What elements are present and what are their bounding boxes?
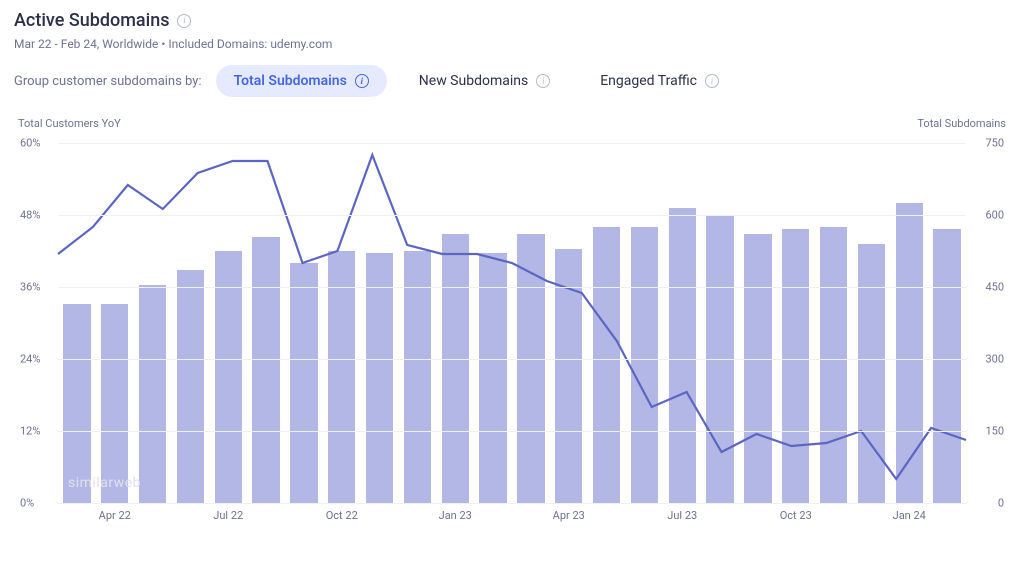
chip-new-subdomains[interactable]: New Subdomains i (401, 65, 568, 97)
y-axis-right-title: Total Subdomains (917, 117, 1006, 130)
grid-line (58, 143, 966, 144)
grid-line (58, 287, 966, 288)
y-tick-left: 0% (20, 497, 34, 510)
y-tick-right: 750 (970, 137, 1004, 150)
x-tick: Apr 22 (99, 509, 131, 522)
y-axis-left-title: Total Customers YoY (18, 117, 121, 130)
y-tick-right: 450 (970, 281, 1004, 294)
grid-line (58, 431, 966, 432)
y-tick-left: 60% (20, 137, 40, 150)
y-tick-right: 0 (970, 497, 1004, 510)
x-tick: Jul 23 (667, 509, 697, 522)
info-icon[interactable]: i (177, 14, 191, 28)
info-icon[interactable]: i (536, 74, 550, 88)
y-tick-left: 12% (20, 425, 40, 438)
y-tick-right: 300 (970, 353, 1004, 366)
grid-line (58, 359, 966, 360)
plot-area: 0%012%15024%30036%45048%60060%750 (58, 143, 966, 503)
watermark: similarweb (68, 475, 141, 491)
chart: Total Customers YoY Total Subdomains 0%0… (14, 117, 1010, 537)
info-icon[interactable]: i (705, 74, 719, 88)
chip-label: Engaged Traffic (600, 73, 697, 89)
page-title: Active Subdomains (14, 10, 169, 31)
grid-line (58, 503, 966, 504)
x-tick: Oct 22 (326, 509, 358, 522)
info-icon[interactable]: i (355, 74, 369, 88)
x-tick: Apr 23 (553, 509, 585, 522)
chip-label: Total Subdomains (234, 73, 347, 89)
subtitle: Mar 22 - Feb 24, Worldwide • Included Do… (14, 37, 1010, 51)
x-axis-ticks: Apr 22 Jul 22 Oct 22 Jan 23 Apr 23 Jul 23 Oct … (58, 509, 966, 525)
chip-total-subdomains[interactable]: Total Subdomains i (216, 65, 387, 97)
y-tick-right: 150 (970, 425, 1004, 438)
y-tick-left: 24% (20, 353, 40, 366)
x-tick: Jan 23 (439, 509, 472, 522)
group-by-label: Group customer subdomains by: (14, 74, 202, 89)
chip-label: New Subdomains (419, 73, 528, 89)
y-tick-left: 48% (20, 209, 40, 222)
x-tick: Oct 23 (780, 509, 812, 522)
x-tick: Jul 22 (213, 509, 243, 522)
grid-line (58, 215, 966, 216)
y-tick-right: 600 (970, 209, 1004, 222)
y-tick-left: 36% (20, 281, 40, 294)
line-layer (58, 143, 966, 503)
x-tick: Jan 24 (893, 509, 926, 522)
chip-engaged-traffic[interactable]: Engaged Traffic i (582, 65, 737, 97)
